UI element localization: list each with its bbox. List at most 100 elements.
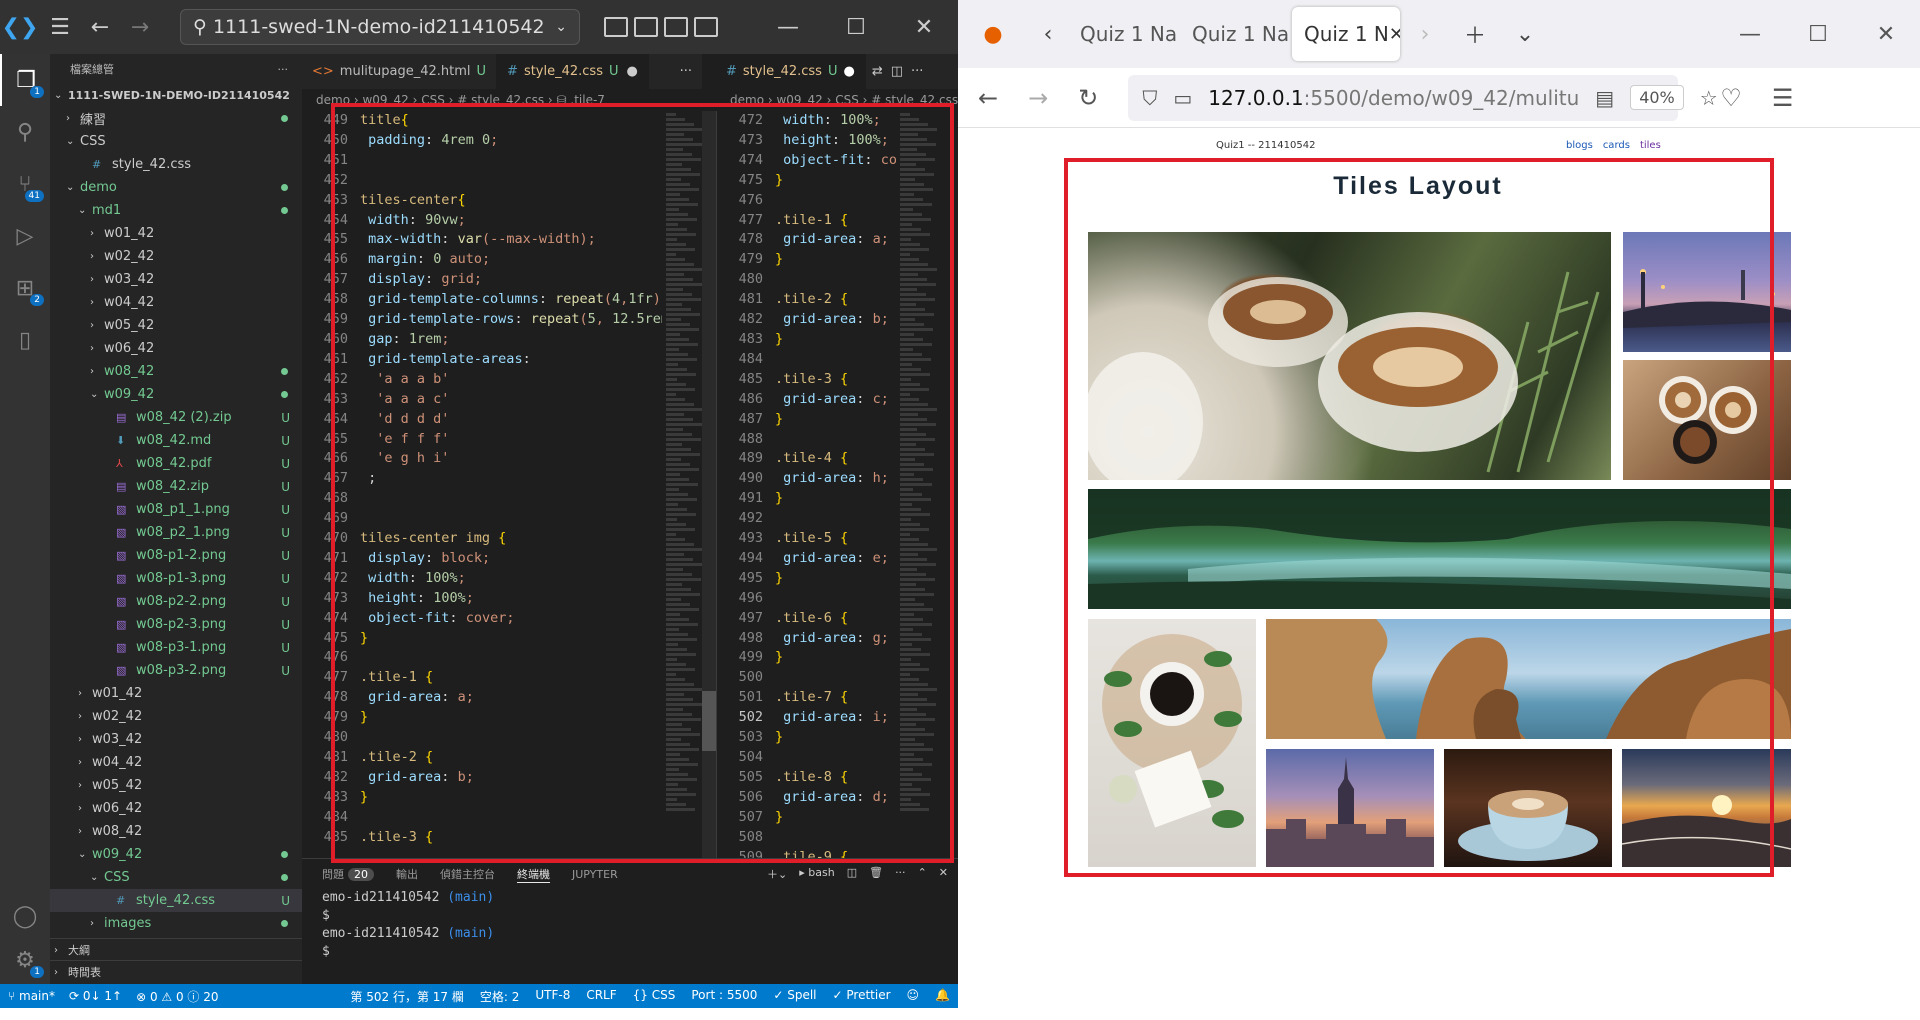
spell-status[interactable]: ✓ Spell bbox=[773, 988, 816, 1005]
back-arrow-icon[interactable]: ← bbox=[80, 0, 120, 54]
bookmark-star-icon[interactable]: ☆ bbox=[1700, 86, 1718, 110]
more-actions-icon[interactable]: ··· bbox=[911, 64, 923, 79]
code-line[interactable]: 'd d d d' bbox=[360, 410, 662, 430]
code-line[interactable]: width: 100%; bbox=[775, 111, 896, 131]
extensions-icon[interactable]: ⊞ 2 bbox=[0, 262, 50, 314]
outline-section[interactable]: › 大綱 bbox=[50, 938, 302, 961]
code-line[interactable]: grid-area: g; bbox=[775, 629, 896, 649]
code-text[interactable]: title{ padding: 4rem 0; tiles-center{ wi… bbox=[360, 111, 662, 848]
toggle-panel-icon[interactable] bbox=[634, 17, 658, 37]
code-line[interactable]: tiles-center img { bbox=[360, 529, 662, 549]
code-line[interactable]: display: grid; bbox=[360, 270, 662, 290]
cursor-position[interactable]: 第 502 行，第 17 欄 bbox=[350, 988, 463, 1005]
split-editor-icon[interactable]: ◫ bbox=[891, 64, 903, 79]
tree-file[interactable]: ▧ w08_p2_1.png U bbox=[50, 521, 302, 544]
code-line[interactable]: } bbox=[775, 330, 896, 350]
tree-folder[interactable]: › w02_42 bbox=[50, 705, 302, 728]
code-line[interactable]: } bbox=[775, 728, 896, 748]
tab-jupyter[interactable]: JUPYTER bbox=[572, 868, 618, 881]
code-line[interactable] bbox=[360, 489, 662, 509]
code-line[interactable]: height: 100%; bbox=[775, 131, 896, 151]
chevron-down-icon[interactable]: ⌄ bbox=[555, 19, 567, 35]
settings-gear-icon[interactable]: ⚙ 1 bbox=[0, 934, 50, 986]
code-line[interactable] bbox=[360, 808, 662, 828]
nav-link-cards[interactable]: cards bbox=[1603, 140, 1630, 151]
code-line[interactable]: .tile-6 { bbox=[775, 609, 896, 629]
code-line[interactable]: grid-template-rows: repeat(5, 12.5rem); bbox=[360, 310, 662, 330]
more-actions-icon[interactable]: ··· bbox=[895, 866, 906, 882]
close-icon[interactable]: ✕ bbox=[1852, 22, 1920, 47]
back-arrow-icon[interactable]: ← bbox=[978, 84, 998, 112]
code-line[interactable]: .tile-7 { bbox=[775, 688, 896, 708]
code-line[interactable]: 'e g h i' bbox=[360, 449, 662, 469]
code-line[interactable]: title{ bbox=[360, 111, 662, 131]
tab-mulitupage-html[interactable]: <> mulitupage_42.html U bbox=[302, 54, 498, 89]
code-line[interactable]: grid-area: b; bbox=[360, 768, 662, 788]
code-line[interactable] bbox=[775, 270, 896, 290]
tree-folder[interactable]: › w05_42 bbox=[50, 774, 302, 797]
tab-debug-console[interactable]: 偵錯主控台 bbox=[440, 866, 495, 882]
search-view-icon[interactable]: ⚲ bbox=[0, 106, 50, 158]
code-line[interactable]: } bbox=[360, 708, 662, 728]
code-line[interactable]: } bbox=[775, 250, 896, 270]
tree-file[interactable]: ▧ w08-p3-2.png U bbox=[50, 659, 302, 682]
tree-folder[interactable]: ⌄ CSS bbox=[50, 130, 302, 153]
breadcrumb-right[interactable]: demo › w09_42 › CSS › # style_42.css bbox=[716, 89, 958, 111]
remote-explorer-icon[interactable]: ▯ bbox=[0, 314, 50, 366]
compare-icon[interactable]: ⇄ bbox=[872, 64, 883, 79]
prettier-status[interactable]: ✓ Prettier bbox=[833, 988, 891, 1005]
tree-folder[interactable]: › w05_42 bbox=[50, 314, 302, 337]
tree-folder[interactable]: › w03_42 bbox=[50, 268, 302, 291]
tree-folder[interactable]: ⌄ md1 bbox=[50, 199, 302, 222]
tree-folder[interactable]: › w08_42 bbox=[50, 820, 302, 843]
code-line[interactable]: .tile-1 { bbox=[360, 668, 662, 688]
code-line[interactable] bbox=[775, 828, 896, 848]
tree-folder[interactable]: › w06_42 bbox=[50, 337, 302, 360]
code-line[interactable]: .tile-9 { bbox=[775, 848, 896, 858]
code-line[interactable]: margin: 0 auto; bbox=[360, 250, 662, 270]
tree-file[interactable]: # style_42.css bbox=[50, 153, 302, 176]
tree-folder[interactable]: › w01_42 bbox=[50, 222, 302, 245]
code-line[interactable] bbox=[775, 748, 896, 768]
tree-folder[interactable]: › 練習 bbox=[50, 107, 302, 130]
language-mode[interactable]: {} CSS bbox=[633, 988, 676, 1005]
trash-icon[interactable]: 🗑 bbox=[869, 866, 883, 882]
timeline-section[interactable]: › 時間表 bbox=[50, 960, 302, 983]
close-panel-icon[interactable]: ✕ bbox=[939, 866, 948, 882]
code-line[interactable]: padding: 4rem 0; bbox=[360, 131, 662, 151]
code-line[interactable]: 'a a a b' bbox=[360, 370, 662, 390]
tree-file[interactable]: # style_42.css U bbox=[50, 889, 302, 912]
tab-output[interactable]: 輸出 bbox=[396, 866, 418, 882]
tab-style-css[interactable]: # style_42.css U ● bbox=[497, 54, 649, 89]
code-line[interactable]: 'a a a c' bbox=[360, 390, 662, 410]
code-line[interactable]: grid-area: d; bbox=[775, 788, 896, 808]
code-line[interactable]: .tile-3 { bbox=[360, 828, 662, 848]
maximize-icon[interactable]: ☐ bbox=[822, 15, 890, 40]
code-line[interactable] bbox=[775, 350, 896, 370]
code-line[interactable]: tiles-center{ bbox=[360, 191, 662, 211]
code-line[interactable]: display: block; bbox=[360, 549, 662, 569]
tree-folder[interactable]: › w04_42 bbox=[50, 291, 302, 314]
new-tab-plus-icon[interactable]: ＋ bbox=[1450, 7, 1500, 61]
app-menu-icon[interactable]: ☰ bbox=[1772, 84, 1794, 112]
code-line[interactable]: max-width: var(--max-width); bbox=[360, 230, 662, 250]
code-line[interactable] bbox=[360, 151, 662, 171]
tree-file[interactable]: ▤ w08_42.zip U bbox=[50, 475, 302, 498]
nav-link-tiles[interactable]: tiles bbox=[1640, 140, 1661, 151]
toggle-sidebar-icon[interactable] bbox=[604, 17, 628, 37]
tree-file[interactable]: ⬇ w08_42.md U bbox=[50, 429, 302, 452]
code-line[interactable]: object-fit: cover; bbox=[775, 151, 896, 171]
code-line[interactable]: height: 100%; bbox=[360, 589, 662, 609]
scrollbar-left[interactable] bbox=[702, 111, 716, 858]
minimize-icon[interactable]: — bbox=[1716, 22, 1784, 47]
terminal-shell[interactable]: ▸ bash bbox=[799, 866, 834, 882]
problems-status[interactable]: ⊗ 0 ⚠ 0 ⓘ 20 bbox=[136, 988, 218, 1005]
browser-tab[interactable]: Quiz 1 Na bbox=[1180, 7, 1292, 61]
minimize-icon[interactable]: — bbox=[754, 15, 822, 40]
unsaved-dot-icon[interactable]: ● bbox=[627, 64, 638, 79]
code-line[interactable]: .tile-5 { bbox=[775, 529, 896, 549]
code-line[interactable]: 'e f f f' bbox=[360, 430, 662, 450]
source-control-icon[interactable]: ⑂ 41 bbox=[0, 158, 50, 210]
code-line[interactable]: grid-area: a; bbox=[360, 688, 662, 708]
code-text[interactable]: width: 100%; height: 100%; object-fit: c… bbox=[775, 111, 896, 858]
